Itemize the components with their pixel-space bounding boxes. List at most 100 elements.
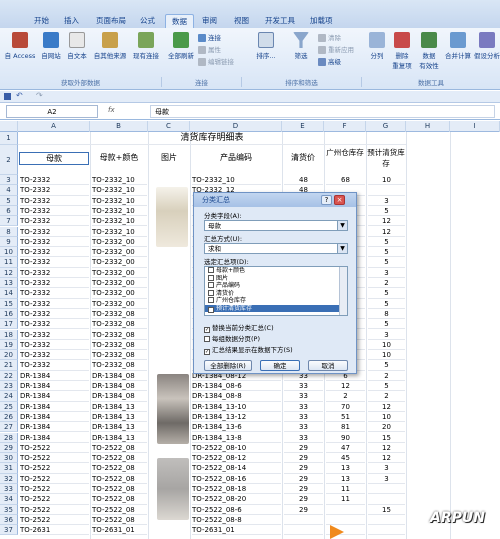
tab-page-layout[interactable]: 页面布局 bbox=[90, 14, 132, 28]
row-header[interactable]: 20 bbox=[0, 350, 18, 361]
cell-a[interactable]: TO-2522 bbox=[20, 515, 89, 526]
cell-a[interactable]: DR-1384 bbox=[20, 433, 89, 443]
cell-b[interactable]: TO-2522_08 bbox=[92, 494, 147, 505]
row-header[interactable]: 32 bbox=[0, 473, 18, 484]
remove-all-button[interactable]: 全部删除(R) bbox=[204, 360, 252, 371]
cell-g[interactable]: 5 bbox=[368, 247, 405, 258]
cell-g[interactable] bbox=[368, 494, 405, 505]
row-header[interactable]: 21 bbox=[0, 360, 18, 371]
product-image-to2522[interactable] bbox=[157, 458, 189, 520]
row-header[interactable]: 30 bbox=[0, 453, 18, 464]
row-header[interactable]: 18 bbox=[0, 329, 18, 340]
cell-b[interactable]: TO-2332_10 bbox=[92, 227, 147, 237]
row-header[interactable]: 8 bbox=[0, 226, 18, 237]
cell-a[interactable]: TO-2631 bbox=[20, 525, 89, 536]
cell-a[interactable]: DR-1384 bbox=[20, 422, 89, 433]
cell-b[interactable]: TO-2332_00 bbox=[92, 247, 147, 258]
cell-a[interactable]: DR-1384 bbox=[20, 381, 89, 392]
cell-g[interactable]: 5 bbox=[368, 288, 405, 299]
cell-d[interactable]: TO-2522_08-14 bbox=[192, 463, 281, 474]
cell-a[interactable]: TO-2332 bbox=[20, 330, 89, 340]
cell-a[interactable]: DR-1384 bbox=[20, 371, 89, 381]
header-cell-b2[interactable]: 母款+颜色 bbox=[91, 152, 147, 163]
row-header[interactable]: 29 bbox=[0, 442, 18, 454]
cell-f[interactable]: 13 bbox=[326, 463, 365, 474]
cell-d[interactable]: TO-2522_08-10 bbox=[192, 443, 281, 454]
from-web-button[interactable]: 自网站 bbox=[38, 32, 64, 60]
ok-button[interactable]: 确定 bbox=[260, 360, 300, 371]
cell-f[interactable]: 2 bbox=[326, 391, 365, 402]
formula-input[interactable]: 母款 bbox=[150, 105, 495, 118]
row-header[interactable]: 23 bbox=[0, 381, 18, 392]
cell-e[interactable]: 33 bbox=[284, 412, 323, 423]
existing-connections-button[interactable]: 现有连接 bbox=[131, 32, 161, 60]
column-header-b[interactable]: B bbox=[90, 121, 148, 132]
cell-g[interactable]: 10 bbox=[368, 350, 405, 361]
cell-a[interactable]: TO-2332 bbox=[20, 299, 89, 309]
cell-e[interactable]: 48 bbox=[284, 175, 323, 186]
cell-b[interactable]: TO-2522_08 bbox=[92, 453, 147, 464]
tab-formulas[interactable]: 公式 bbox=[134, 14, 161, 28]
cell-a[interactable]: TO-2332 bbox=[20, 227, 89, 237]
cell-a[interactable]: DR-1384 bbox=[20, 391, 89, 402]
cell-e[interactable]: 29 bbox=[284, 443, 323, 454]
redo-icon[interactable]: ↷ bbox=[36, 91, 43, 100]
cell-a[interactable]: TO-2332 bbox=[20, 288, 89, 299]
filter-button[interactable]: 筛选 bbox=[288, 32, 314, 60]
cell-a[interactable]: TO-2332 bbox=[20, 175, 89, 186]
row-header[interactable]: 28 bbox=[0, 432, 18, 443]
properties-button[interactable]: 属性 bbox=[198, 44, 221, 54]
row-header[interactable]: 12 bbox=[0, 267, 18, 278]
tab-data[interactable]: 数据 bbox=[165, 14, 194, 28]
clear-filter-button[interactable]: 清除 bbox=[318, 32, 341, 42]
cell-e[interactable]: 29 bbox=[284, 463, 323, 474]
advanced-filter-button[interactable]: 高级 bbox=[318, 56, 341, 66]
cell-a[interactable]: TO-2332 bbox=[20, 206, 89, 217]
cancel-button[interactable]: 取消 bbox=[308, 360, 348, 371]
reapply-button[interactable]: 重新应用 bbox=[318, 44, 354, 54]
cell-a[interactable]: TO-2522 bbox=[20, 484, 89, 495]
cell-b[interactable]: DR-1384_13 bbox=[92, 402, 147, 412]
column-header-d[interactable]: D bbox=[190, 121, 282, 132]
cell-a[interactable]: TO-2522 bbox=[20, 474, 89, 484]
row-header[interactable]: 31 bbox=[0, 463, 18, 474]
cell-g[interactable]: 12 bbox=[368, 227, 405, 237]
cell-b[interactable]: TO-2332_10 bbox=[92, 196, 147, 206]
product-image-to2332[interactable] bbox=[156, 187, 188, 247]
cell-b[interactable]: TO-2332_08 bbox=[92, 350, 147, 361]
cell-f[interactable]: 81 bbox=[326, 422, 365, 433]
header-cell-d2[interactable]: 产品编码 bbox=[191, 152, 281, 163]
cell-a[interactable]: TO-2522 bbox=[20, 443, 89, 454]
close-button[interactable]: × bbox=[334, 195, 345, 205]
cell-a[interactable]: TO-2522 bbox=[20, 505, 89, 515]
column-header-c[interactable]: C bbox=[148, 121, 190, 132]
cell-b[interactable]: TO-2332_10 bbox=[92, 185, 147, 196]
what-if-button[interactable]: 假设分析 bbox=[474, 32, 500, 60]
cell-g[interactable]: 3 bbox=[368, 196, 405, 206]
cell-g[interactable]: 2 bbox=[368, 278, 405, 289]
cell-b[interactable]: TO-2631_01 bbox=[92, 525, 147, 536]
cell-e[interactable]: 29 bbox=[284, 494, 323, 505]
option-checkbox[interactable]: ✓ 替换当前分类汇总(C) bbox=[204, 322, 274, 333]
checkbox[interactable] bbox=[208, 297, 214, 303]
option-checkbox[interactable]: ✓ 汇总结果显示在数据下方(S) bbox=[204, 344, 293, 355]
row-header[interactable]: 10 bbox=[0, 247, 18, 258]
cell-a[interactable]: TO-2332 bbox=[20, 309, 89, 320]
tab-home[interactable]: 开始 bbox=[28, 14, 55, 28]
cell-b[interactable]: DR-1384_08 bbox=[92, 371, 147, 381]
row-header[interactable]: 5 bbox=[0, 195, 18, 206]
cell-a[interactable]: TO-2522 bbox=[20, 463, 89, 474]
field-item[interactable]: 图片 bbox=[205, 274, 347, 283]
cell-f[interactable]: 11 bbox=[326, 494, 365, 505]
row-header[interactable]: 16 bbox=[0, 308, 18, 320]
cell-a[interactable]: DR-1384 bbox=[20, 402, 89, 412]
cell-g[interactable]: 5 bbox=[368, 360, 405, 371]
column-header-h[interactable]: H bbox=[406, 121, 450, 132]
row-header[interactable]: 7 bbox=[0, 216, 18, 227]
cell-g[interactable]: 20 bbox=[368, 422, 405, 433]
cell-b[interactable]: TO-2332_08 bbox=[92, 330, 147, 340]
cell-g[interactable]: 12 bbox=[368, 443, 405, 454]
cell-d[interactable]: DR-1384_13-10 bbox=[192, 402, 281, 412]
cell-f[interactable]: 13 bbox=[326, 474, 365, 484]
cell-a[interactable]: TO-2332 bbox=[20, 196, 89, 206]
